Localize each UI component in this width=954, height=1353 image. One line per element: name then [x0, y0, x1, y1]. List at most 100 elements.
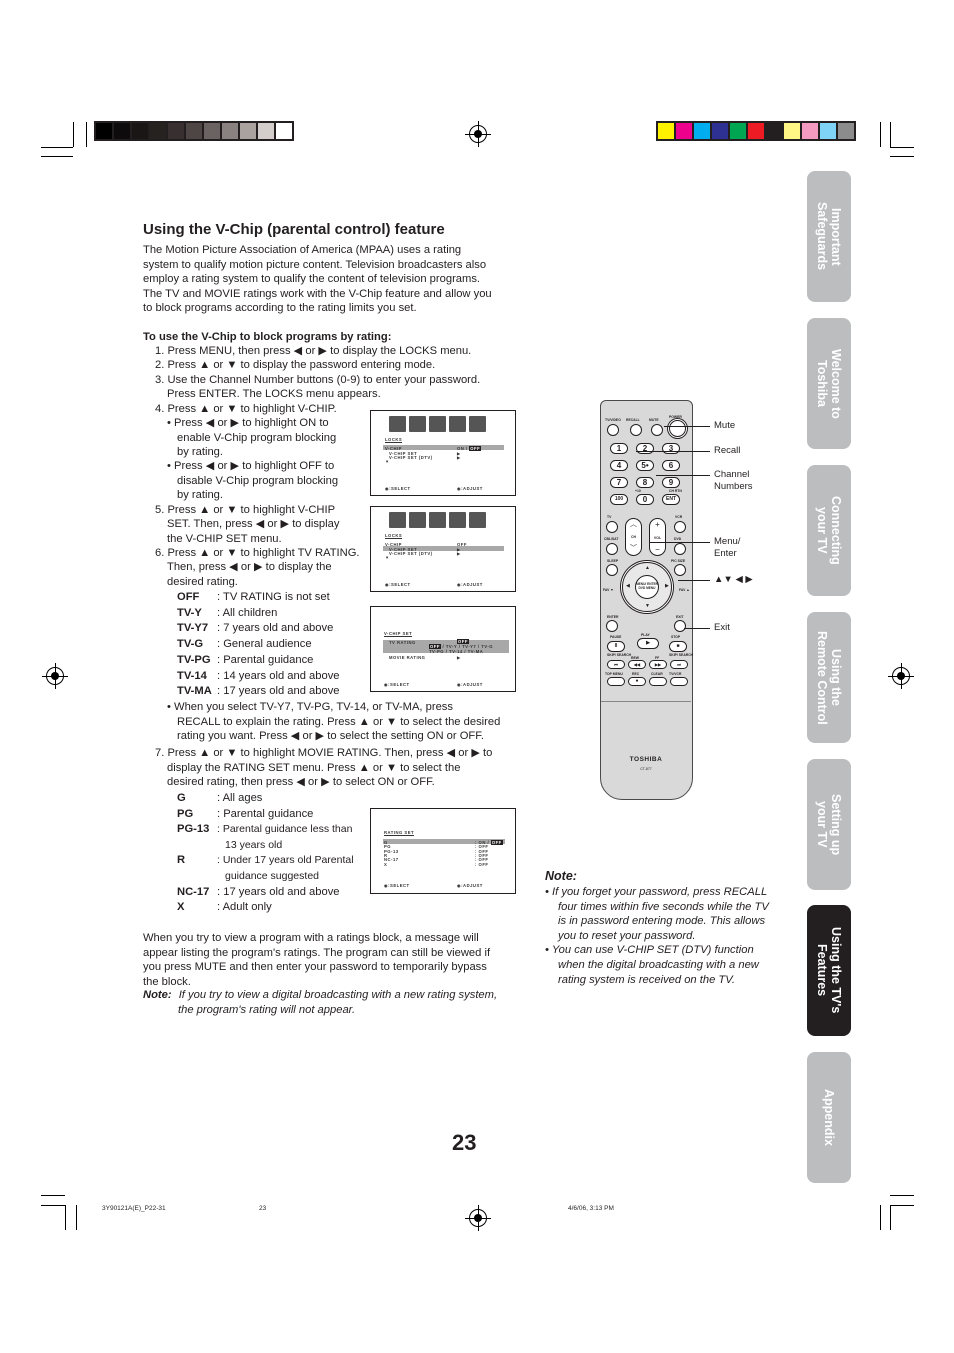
number-button-100[interactable]: 100 — [610, 494, 628, 505]
rating-row: TV-Y7: 7 years old and above — [177, 621, 333, 637]
number-button-ENT[interactable]: ENT — [662, 494, 680, 505]
cbl-sat-button[interactable] — [606, 543, 618, 555]
note-line: is in password entering mode. This allow… — [558, 915, 766, 928]
rating-desc: : 17 years old and above — [217, 685, 340, 698]
left-arrow-icon[interactable]: ◀ — [626, 583, 630, 589]
callout-channel-numbers: Channel Numbers — [714, 469, 753, 492]
recall-line: • When you select TV-Y7, TV-PG, TV-14, o… — [167, 701, 453, 713]
number-button-4[interactable]: 4 — [610, 460, 628, 471]
number-button-6[interactable]: 6 — [662, 460, 680, 471]
step-7: 7. Press ▲ or ▼ to highlight MOVIE RATIN… — [155, 746, 525, 790]
tv-vcr-button[interactable] — [670, 677, 688, 686]
pic-size-button[interactable] — [674, 564, 686, 576]
color-swatch — [222, 123, 238, 139]
fast-forward-button[interactable]: ▶▶ — [649, 660, 667, 669]
color-swatch — [240, 123, 256, 139]
callout-arrows: ▲▼ ◀ ▶ — [714, 574, 753, 585]
block-paragraph: When you try to view a program with a ra… — [143, 931, 523, 989]
note-line: • If you forget your password, press REC… — [545, 886, 768, 898]
number-button-9[interactable]: 9 — [662, 477, 680, 488]
number-button-2[interactable]: 2 — [636, 443, 654, 454]
vcr-button[interactable] — [674, 521, 686, 533]
osd-select-hint: :SELECT — [388, 883, 410, 888]
tab-label: Appendix — [822, 1089, 836, 1146]
rating-code: R — [177, 854, 186, 867]
callout-line — [684, 628, 710, 629]
sleep-button[interactable] — [606, 564, 618, 576]
tab-label: Important Safeguards — [815, 202, 843, 271]
exit-button[interactable] — [674, 620, 686, 632]
skip-forward-button[interactable]: ⏭ — [670, 660, 688, 669]
rating-desc: : Under 17 years old Parental — [217, 854, 354, 867]
rating-row: TV-PG: Parental guidance — [177, 653, 313, 669]
rating-code: PG — [177, 807, 194, 820]
tv-button[interactable] — [606, 521, 618, 533]
play-button[interactable]: ▶ — [637, 638, 659, 649]
osd-locks-vchip-set: LOCKS V-CHIP V-CHIP SET V-CHIP SET (DTV)… — [370, 506, 516, 592]
enter-button[interactable] — [606, 620, 618, 632]
power-button[interactable] — [669, 420, 686, 437]
bottom-note-line: the program's rating will not appear. — [178, 1003, 356, 1016]
record-button[interactable]: ● — [628, 677, 646, 686]
remote-label: FAV ▼ — [603, 588, 614, 592]
up-arrow-icon[interactable]: ▲ — [645, 565, 650, 571]
skip-back-button[interactable]: ⏮ — [607, 660, 625, 669]
audio-menu-icon — [409, 416, 426, 432]
note-line: • You can use V-CHIP SET (DTV) function — [545, 944, 754, 957]
tab-appendix[interactable]: Appendix — [807, 1052, 851, 1183]
stop-button[interactable]: ■ — [669, 641, 687, 652]
remote-label: STOP — [671, 635, 681, 639]
number-button-1[interactable]: 1 — [610, 443, 628, 454]
rating-code: TV-14 — [177, 669, 207, 682]
down-arrow-icon[interactable]: ▼ — [645, 603, 650, 609]
number-button-3[interactable]: 3 — [662, 443, 680, 454]
tab-welcome-to-toshiba[interactable]: Welcome to Toshiba — [807, 318, 851, 449]
crop-mark — [73, 122, 74, 147]
block-line: you press MUTE and then enter your passw… — [143, 961, 487, 974]
rating-code: TV-Y7 — [177, 622, 209, 635]
rating-code: TV-Y — [177, 606, 202, 619]
osd-locks-vchip-on-off: LOCKS V-CHIP V-CHIP SET V-CHIP SET (DTV)… — [370, 410, 516, 496]
rating-code: G — [177, 792, 186, 804]
number-button-8[interactable]: 8 — [636, 477, 654, 488]
number-button-7[interactable]: 7 — [610, 477, 628, 488]
number-button-5[interactable]: 5• — [636, 460, 654, 471]
channel-rocker[interactable]: ︿ CH ﹀ — [625, 518, 642, 556]
block-line: When you try to view a program with a ra… — [143, 932, 479, 944]
recall-button[interactable] — [630, 424, 642, 436]
intro-line: system to qualify motion picture content… — [143, 258, 487, 271]
step7-line: 7. Press ▲ or ▼ to highlight MOVIE RATIN… — [155, 747, 493, 759]
rating-row: TV-Y: All children — [177, 606, 277, 622]
tab-connecting-your-tv[interactable]: Connecting your TV — [807, 465, 851, 596]
osd-value-text: : OFF — [475, 861, 489, 867]
volume-rocker[interactable]: + VOL − — [649, 518, 666, 556]
top-menu-button[interactable] — [607, 677, 625, 686]
rating-desc: : General audience — [217, 638, 312, 651]
step-line: disable V-Chip program blocking — [177, 475, 339, 487]
dvd-button[interactable] — [674, 543, 686, 555]
rewind-button[interactable]: ◀◀ — [628, 660, 646, 669]
setup-menu-icon — [429, 416, 446, 432]
remote-label: PAUSE — [610, 635, 622, 639]
navigation-dpad[interactable]: ▲ ▼ ◀ ▶ MENU/ ENTER DVD MENU — [622, 562, 672, 612]
tab-using-the-remote-control[interactable]: Using the Remote Control — [807, 612, 851, 743]
tab-using-the-tv-s-features[interactable]: Using the TV's Features — [807, 905, 851, 1036]
pause-button[interactable]: II — [607, 641, 625, 652]
rating-desc: guidance suggested — [225, 870, 319, 882]
rating-code: X — [177, 901, 185, 914]
rating-desc: : All ages — [217, 792, 263, 804]
menu-enter-button[interactable]: MENU/ ENTER DVD MENU — [635, 575, 659, 599]
osd-adjust-hint: :ADJUST — [461, 883, 483, 888]
tab-setting-up-your-tv[interactable]: Setting up your TV — [807, 759, 851, 890]
color-swatch — [96, 123, 112, 139]
mute-button[interactable] — [651, 424, 663, 436]
tv-video-button[interactable] — [607, 424, 619, 436]
tab-important-safeguards[interactable]: Important Safeguards — [807, 171, 851, 302]
number-button-0[interactable]: 0 — [636, 494, 654, 505]
tab-label: Using the Remote Control — [815, 630, 843, 725]
crop-mark — [880, 122, 881, 147]
clear-button[interactable] — [649, 677, 667, 686]
rating-row: NC-17: 17 years old and above — [177, 885, 340, 901]
color-swatch — [258, 123, 274, 139]
right-arrow-icon[interactable]: ▶ — [665, 583, 669, 589]
